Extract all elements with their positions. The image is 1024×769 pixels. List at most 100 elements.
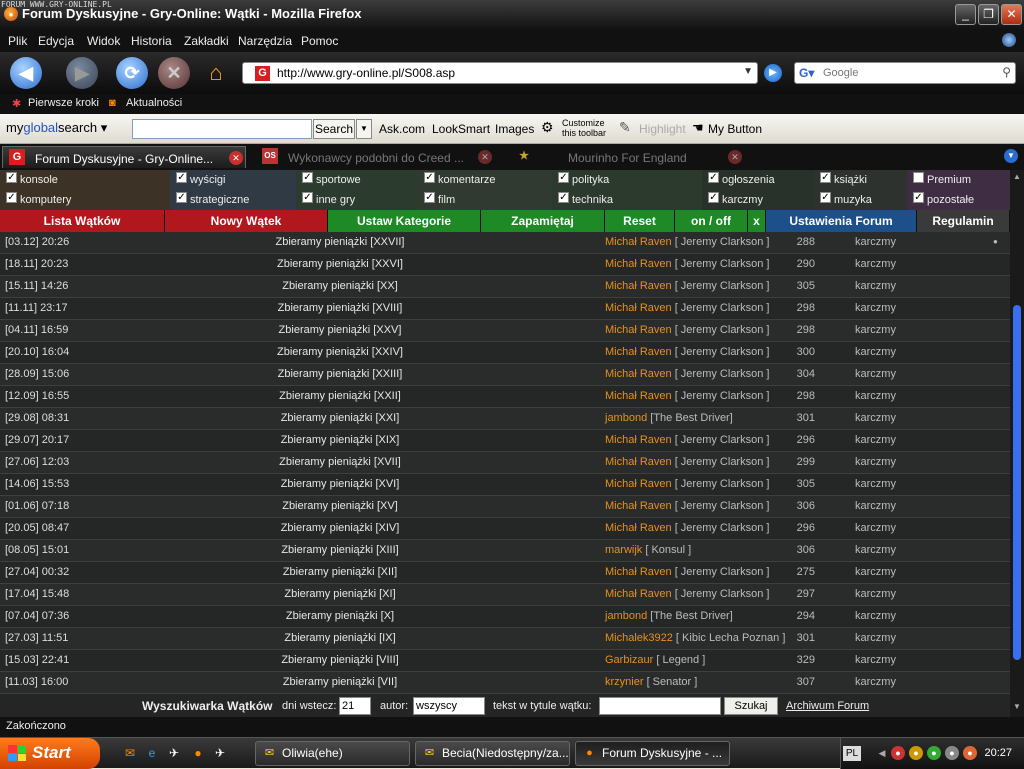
- thread-author[interactable]: Michał Raven [ Jeremy Clarkson ]: [605, 258, 769, 270]
- menu-plik[interactable]: Plik: [8, 34, 27, 48]
- table-row[interactable]: [04.11] 16:59 Zbieramy pieniążki [XXV] Mic…: [0, 320, 1010, 342]
- quicklaunch-icon[interactable]: ✈: [166, 745, 182, 761]
- link-looksmart[interactable]: LookSmart: [432, 122, 490, 136]
- checkbox[interactable]: ✓: [558, 192, 569, 203]
- filter-9[interactable]: ✓ strategiczne: [170, 190, 296, 210]
- menu-pomoc[interactable]: Pomoc: [301, 34, 338, 48]
- menu-historia[interactable]: Historia: [131, 34, 172, 48]
- thread-author[interactable]: Michał Raven [ Jeremy Clarkson ]: [605, 588, 769, 600]
- thread-title[interactable]: Zbieramy pieniążki [X]: [140, 610, 540, 622]
- thread-author[interactable]: Michał Raven [ Jeremy Clarkson ]: [605, 280, 769, 292]
- link-images[interactable]: Images: [495, 122, 534, 136]
- ie-icon[interactable]: e: [144, 745, 160, 761]
- author-name[interactable]: Michał Raven: [605, 500, 672, 512]
- language-indicator[interactable]: PL: [843, 746, 861, 761]
- thread-author[interactable]: Michał Raven [ Jeremy Clarkson ]: [605, 236, 769, 248]
- close-tab-icon[interactable]: ✕: [478, 150, 492, 164]
- ustawienia-forum-button[interactable]: Ustawienia Forum: [766, 210, 917, 232]
- checkbox[interactable]: ✓: [820, 192, 831, 203]
- checkbox[interactable]: ✓: [6, 172, 17, 183]
- thread-author[interactable]: Michał Raven [ Jeremy Clarkson ]: [605, 302, 769, 314]
- thread-author[interactable]: jambond [The Best Driver]: [605, 610, 733, 622]
- bookmark-pierwsze-kroki[interactable]: Pierwsze kroki: [28, 97, 99, 109]
- author-name[interactable]: Michał Raven: [605, 280, 672, 292]
- checkbox[interactable]: ✓: [6, 192, 17, 203]
- highlight-button[interactable]: Highlight: [639, 122, 686, 136]
- thread-author[interactable]: Michał Raven [ Jeremy Clarkson ]: [605, 500, 769, 512]
- tab-list-icon[interactable]: ▼: [1004, 149, 1018, 163]
- filter-14[interactable]: ✓ muzyka: [814, 190, 907, 210]
- author-name[interactable]: marwijk: [605, 544, 642, 556]
- forward-button[interactable]: ▶: [66, 57, 98, 89]
- author-name[interactable]: Michał Raven: [605, 566, 672, 578]
- thread-title[interactable]: Zbieramy pieniążki [XVI]: [140, 478, 540, 490]
- table-row[interactable]: [27.04] 00:32 Zbieramy pieniążki [XII] Mic…: [0, 562, 1010, 584]
- my-button[interactable]: My Button: [708, 122, 762, 136]
- tray-expand-icon[interactable]: ◀: [875, 746, 889, 760]
- thread-author[interactable]: Michalek3922 [ Kibic Lecha Poznan ]: [605, 632, 785, 644]
- ustaw-kategorie-button[interactable]: Ustaw Kategorie: [328, 210, 481, 232]
- tab-creed[interactable]: OS Wykonawcy podobni do Creed ... ✕: [252, 146, 496, 168]
- vertical-scrollbar[interactable]: ▲ ▼: [1010, 170, 1024, 717]
- table-row[interactable]: [29.08] 08:31 Zbieramy pieniążki [XXI] jam…: [0, 408, 1010, 430]
- quicklaunch-icon[interactable]: ✉: [122, 745, 138, 761]
- thread-author[interactable]: krzynier [ Senator ]: [605, 676, 697, 688]
- checkbox[interactable]: ✓: [708, 192, 719, 203]
- table-row[interactable]: [15.11] 14:26 Zbieramy pieniążki [XX] Mich…: [0, 276, 1010, 298]
- thread-title[interactable]: Zbieramy pieniążki [XI]: [140, 588, 540, 600]
- author-name[interactable]: jambond: [605, 610, 647, 622]
- checkbox[interactable]: ✓: [176, 192, 187, 203]
- x-button[interactable]: x: [748, 210, 766, 232]
- thread-title[interactable]: Zbieramy pieniążki [VIII]: [140, 654, 540, 666]
- table-row[interactable]: [07.04] 07:36 Zbieramy pieniążki [X] jambo…: [0, 606, 1010, 628]
- author-name[interactable]: Michał Raven: [605, 346, 672, 358]
- tray-icon[interactable]: ●: [891, 746, 905, 760]
- checkbox[interactable]: ✓: [302, 172, 313, 183]
- menu-edycja[interactable]: Edycja: [38, 34, 74, 48]
- highlighter-icon[interactable]: ✎: [619, 119, 631, 136]
- checkbox[interactable]: [913, 172, 924, 183]
- filter-12[interactable]: ✓ technika: [552, 190, 702, 210]
- filter-15[interactable]: ✓ pozostałe: [907, 190, 1010, 210]
- filter-8[interactable]: ✓ komputery: [0, 190, 170, 210]
- url-bar[interactable]: G http://www.gry-online.pl/S008.asp ▼: [242, 62, 758, 84]
- thread-author[interactable]: Michał Raven [ Jeremy Clarkson ]: [605, 566, 769, 578]
- checkbox[interactable]: ✓: [424, 172, 435, 183]
- quicklaunch-icon[interactable]: ✈: [212, 745, 228, 761]
- toolbar-search-input[interactable]: [132, 119, 312, 139]
- menu-widok[interactable]: Widok: [87, 34, 120, 48]
- search-box[interactable]: G▾ ⚲: [794, 62, 1016, 84]
- author-name[interactable]: Garbizaur: [605, 654, 653, 666]
- reload-button[interactable]: ⟳: [116, 57, 148, 89]
- firefox-icon[interactable]: ●: [190, 745, 206, 761]
- table-row[interactable]: [01.06] 07:18 Zbieramy pieniążki [XV] Mich…: [0, 496, 1010, 518]
- regulamin-button[interactable]: Regulamin: [917, 210, 1010, 232]
- task-firefox[interactable]: ● Forum Dyskusyjne - ...: [575, 741, 730, 766]
- thread-author[interactable]: Michał Raven [ Jeremy Clarkson ]: [605, 522, 769, 534]
- filter-7[interactable]: Premium: [907, 170, 1010, 190]
- table-row[interactable]: [20.05] 08:47 Zbieramy pieniążki [XIV] Mic…: [0, 518, 1010, 540]
- scroll-up-icon[interactable]: ▲: [1011, 172, 1023, 184]
- thread-title[interactable]: Zbieramy pieniążki [XXV]: [140, 324, 540, 336]
- search-input[interactable]: [823, 65, 993, 81]
- author-name[interactable]: Michał Raven: [605, 258, 672, 270]
- on-off-button[interactable]: on / off: [675, 210, 748, 232]
- thread-title[interactable]: Zbieramy pieniążki [XII]: [140, 566, 540, 578]
- close-tab-icon[interactable]: ✕: [728, 150, 742, 164]
- task-becia[interactable]: ✉ Becia(Niedostępny/za...: [415, 741, 570, 766]
- filter-10[interactable]: ✓ inne gry: [296, 190, 418, 210]
- search-icon[interactable]: ⚲: [1002, 65, 1011, 79]
- author-input[interactable]: [413, 697, 485, 715]
- scroll-thumb[interactable]: [1013, 305, 1021, 660]
- table-row[interactable]: [11.03] 16:00 Zbieramy pieniążki [VII] krz…: [0, 672, 1010, 694]
- close-tab-icon[interactable]: ✕: [229, 151, 243, 165]
- author-name[interactable]: Michał Raven: [605, 456, 672, 468]
- home-button[interactable]: ⌂: [200, 57, 232, 89]
- link-ask[interactable]: Ask.com: [379, 122, 425, 136]
- start-button[interactable]: Start: [0, 738, 100, 769]
- chevron-down-icon[interactable]: ▼: [356, 119, 372, 139]
- chevron-down-icon[interactable]: ▼: [743, 66, 753, 77]
- checkbox[interactable]: ✓: [913, 192, 924, 203]
- nowy-watek-button[interactable]: Nowy Wątek: [165, 210, 328, 232]
- filter-4[interactable]: ✓ polityka: [552, 170, 702, 190]
